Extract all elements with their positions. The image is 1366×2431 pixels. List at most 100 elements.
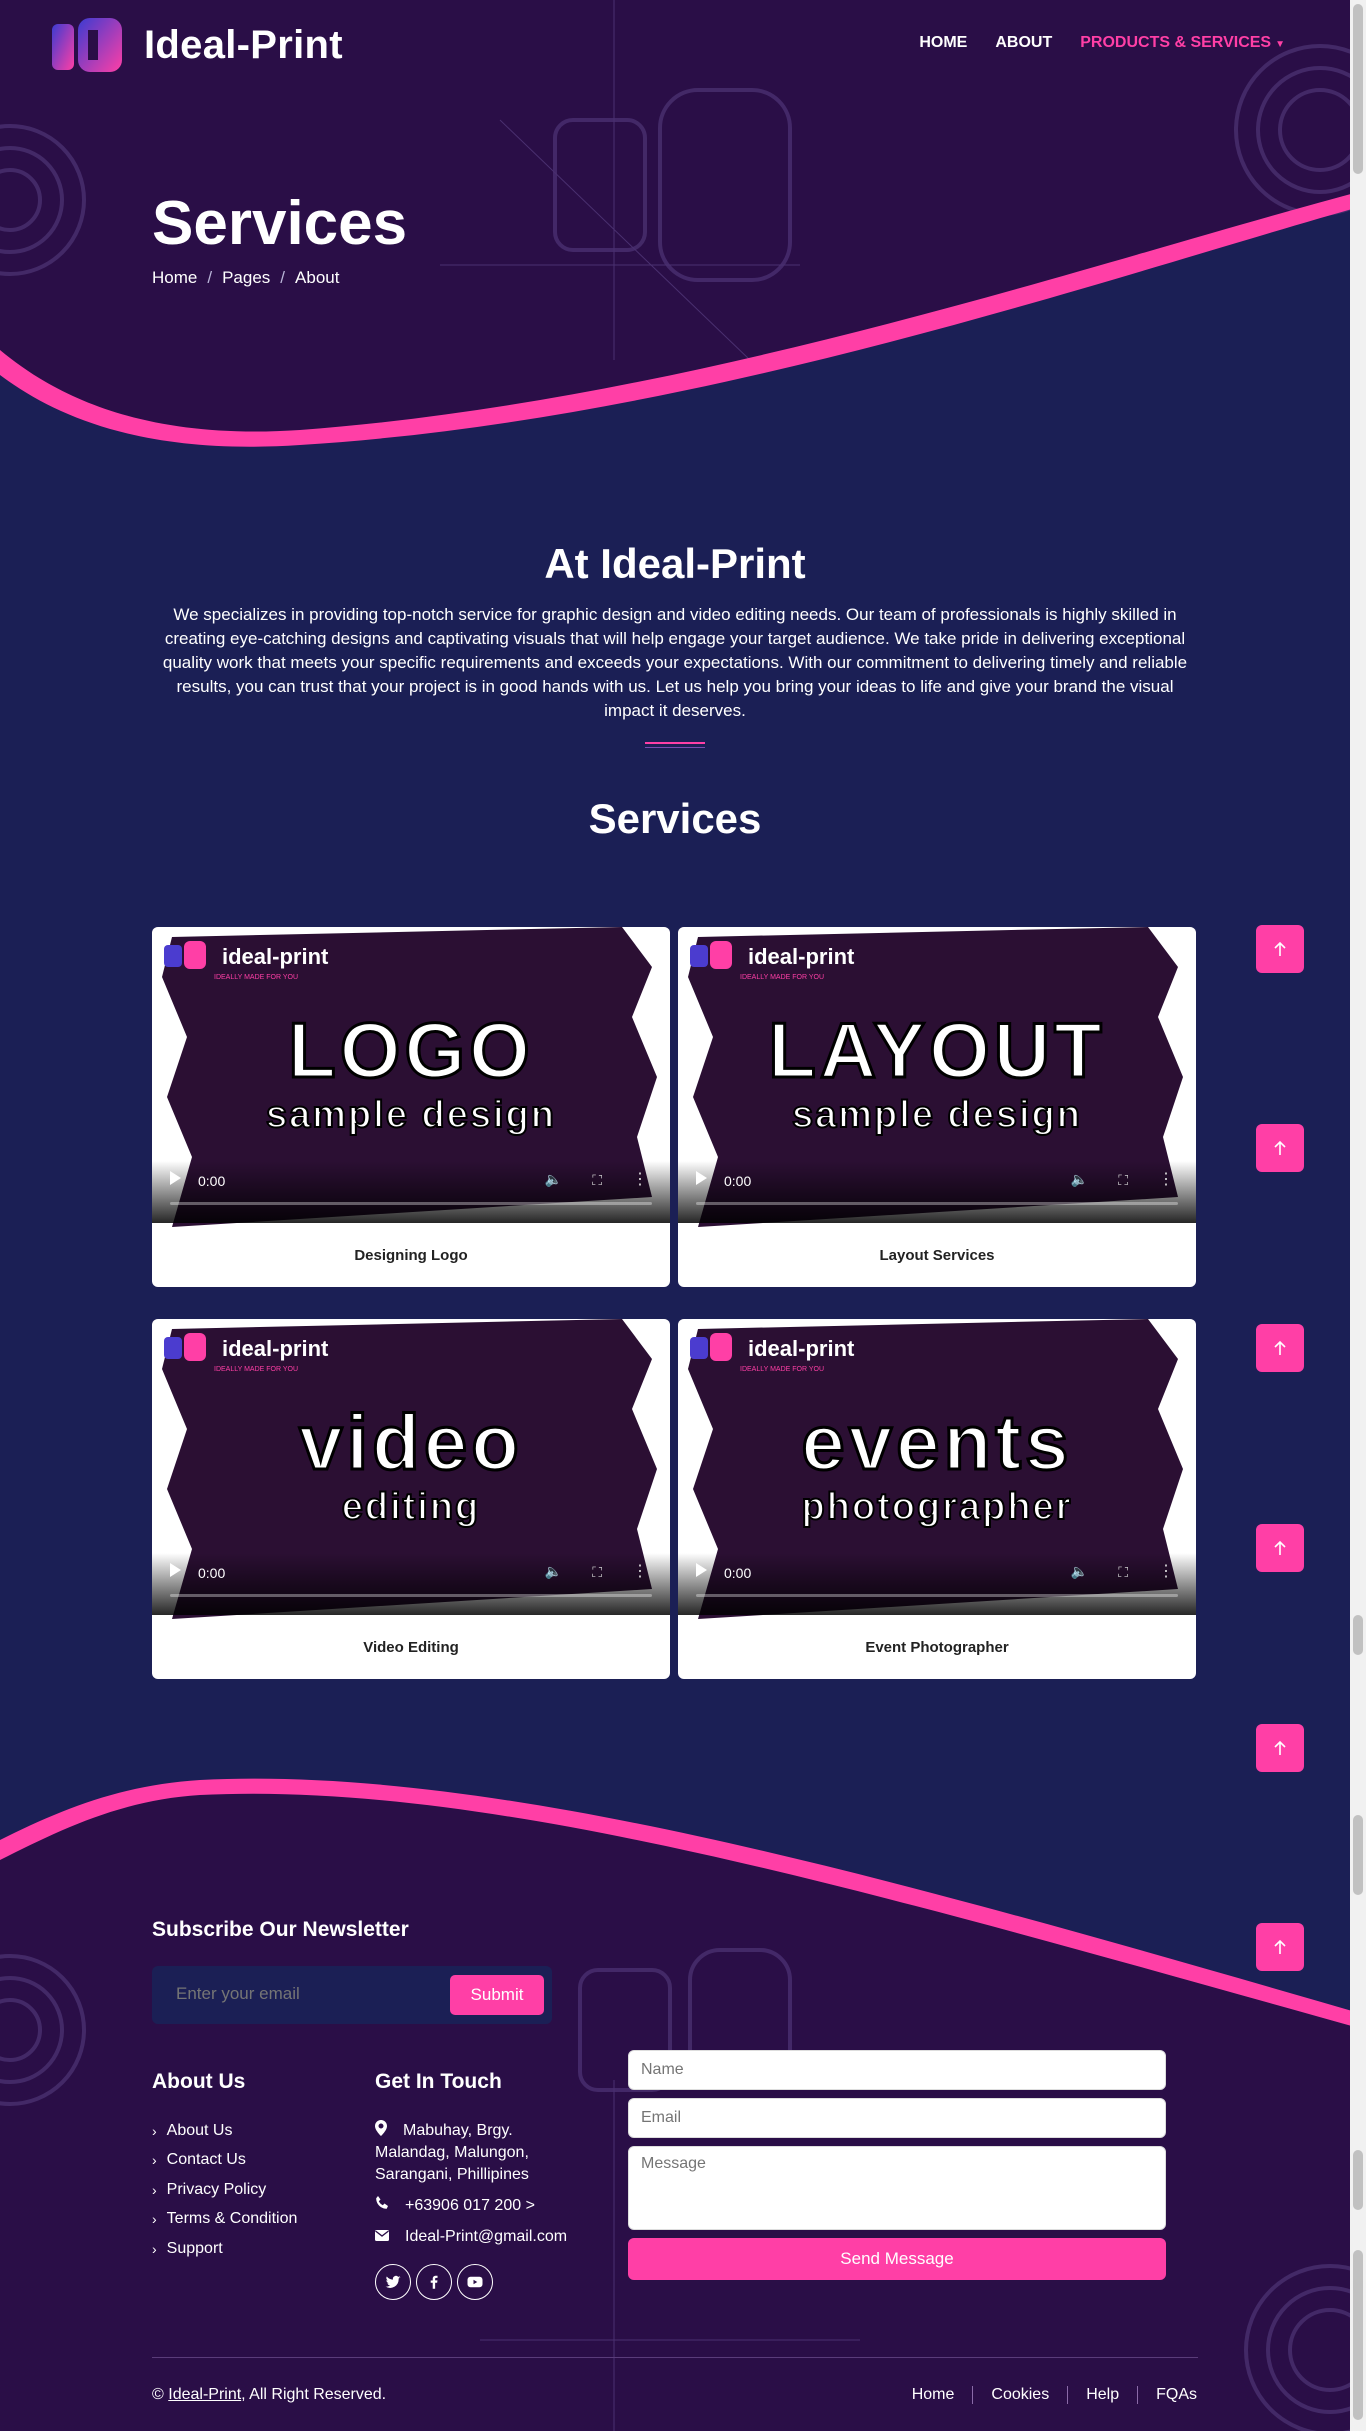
- copyright-brand-link[interactable]: Ideal-Print: [168, 2386, 241, 2403]
- footer-link-label: Contact Us: [166, 2151, 246, 2169]
- about-title: At Ideal-Print: [544, 540, 806, 587]
- footer-link[interactable]: › About Us: [152, 2116, 297, 2146]
- more-options-icon[interactable]: ⋮: [1158, 1561, 1174, 1581]
- volume-icon[interactable]: 🔈: [1071, 1171, 1088, 1188]
- contact-address: Mabuhay, Brgy. Malandag, Malungon, Saran…: [375, 2120, 565, 2186]
- footer-link[interactable]: › Support: [152, 2234, 297, 2264]
- service-card: ideal-print IDEALLY MADE FOR YOU video e…: [152, 1319, 670, 1679]
- page-scrollbar[interactable]: [1350, 0, 1366, 2431]
- video-time: 0:00: [198, 1173, 226, 1189]
- arrow-up-icon: [1274, 1140, 1286, 1155]
- copyright-symbol: ©: [152, 2386, 164, 2403]
- service-card: ideal-print IDEALLY MADE FOR YOU LAYOUT …: [678, 927, 1196, 1287]
- volume-icon[interactable]: 🔈: [1071, 1563, 1088, 1580]
- video-seek-bar[interactable]: [696, 1594, 1178, 1597]
- form-email-input[interactable]: [628, 2098, 1166, 2138]
- scrollbar-thumb[interactable]: [1353, 2250, 1363, 2420]
- fullscreen-icon[interactable]: ⛶: [1118, 1172, 1128, 1189]
- nav-home[interactable]: HOME: [919, 34, 967, 52]
- breadcrumb-pages[interactable]: Pages: [222, 268, 270, 288]
- contact-email-text: Ideal-Print@gmail.com: [405, 2228, 568, 2245]
- navbar: Ideal-Print HOME ABOUT PRODUCTS & SERVIC…: [0, 0, 1350, 90]
- scroll-to-top-button[interactable]: [1256, 1524, 1304, 1572]
- video-player[interactable]: ideal-print IDEALLY MADE FOR YOU events …: [678, 1319, 1196, 1619]
- more-options-icon[interactable]: ⋮: [1158, 1169, 1174, 1189]
- arrow-up-icon: [1274, 1340, 1286, 1355]
- volume-icon[interactable]: 🔈: [545, 1171, 562, 1188]
- footer-bottom-link[interactable]: Cookies: [972, 2386, 1067, 2404]
- thumbnail-brand: ideal-print: [748, 944, 855, 969]
- brand[interactable]: Ideal-Print: [50, 16, 343, 74]
- contact-address-text: Mabuhay, Brgy. Malandag, Malungon, Saran…: [375, 2122, 529, 2183]
- nav-products-dropdown[interactable]: PRODUCTS & SERVICES ▼: [1080, 34, 1285, 52]
- arrow-up-icon: [1274, 1740, 1286, 1755]
- breadcrumb-about: About: [295, 268, 340, 287]
- fullscreen-icon[interactable]: ⛶: [592, 1564, 602, 1581]
- newsletter-submit-button[interactable]: Submit: [450, 1975, 544, 2015]
- footer-link[interactable]: › Terms & Condition: [152, 2205, 297, 2235]
- thumbnail-tagline: IDEALLY MADE FOR YOU: [740, 974, 824, 981]
- form-message-textarea[interactable]: [628, 2146, 1166, 2230]
- footer-link-label: Privacy Policy: [166, 2180, 267, 2198]
- video-time: 0:00: [724, 1565, 752, 1581]
- footer-link-label: Terms & Condition: [166, 2210, 298, 2228]
- video-seek-bar[interactable]: [170, 1594, 652, 1597]
- play-icon[interactable]: [170, 1171, 181, 1185]
- envelope-icon: [375, 2226, 405, 2248]
- chevron-right-icon: ›: [152, 2152, 157, 2169]
- video-player[interactable]: ideal-print IDEALLY MADE FOR YOU LOGO sa…: [152, 927, 670, 1227]
- footer-bottom-link[interactable]: FQAs: [1137, 2386, 1197, 2404]
- chevron-right-icon: ›: [152, 2211, 157, 2228]
- thumbnail-title: LAYOUT: [768, 1006, 1106, 1094]
- video-seek-bar[interactable]: [170, 1202, 652, 1205]
- send-message-button[interactable]: Send Message: [628, 2238, 1166, 2280]
- footer-link[interactable]: › Privacy Policy: [152, 2175, 297, 2205]
- breadcrumb-home[interactable]: Home: [152, 268, 197, 288]
- thumbnail-title: events: [801, 1398, 1072, 1486]
- video-controls: [152, 1553, 670, 1615]
- thumbnail-brand: ideal-print: [222, 944, 329, 969]
- thumbnail-brand: ideal-print: [748, 1336, 855, 1361]
- footer-link-label: About Us: [166, 2121, 233, 2139]
- video-player[interactable]: ideal-print IDEALLY MADE FOR YOU video e…: [152, 1319, 670, 1619]
- scroll-to-top-button[interactable]: [1256, 1324, 1304, 1372]
- more-options-icon[interactable]: ⋮: [632, 1169, 648, 1189]
- newsletter-email-input[interactable]: [176, 1984, 426, 2004]
- play-icon[interactable]: [696, 1563, 707, 1577]
- youtube-link[interactable]: [457, 2264, 493, 2300]
- scrollbar-thumb[interactable]: [1353, 4, 1363, 174]
- scroll-to-top-button[interactable]: [1256, 1124, 1304, 1172]
- form-name-input[interactable]: [628, 2050, 1166, 2090]
- thumbnail-brand: ideal-print: [222, 1336, 329, 1361]
- newsletter-title: Subscribe Our Newsletter: [152, 1918, 409, 1941]
- play-icon[interactable]: [170, 1563, 181, 1577]
- thumbnail-subtitle: photographer: [802, 1486, 1073, 1528]
- contact-phone[interactable]: +63906 017 200 >: [375, 2195, 535, 2217]
- contact-phone-text: +63906 017 200 >: [405, 2197, 535, 2214]
- footer-link[interactable]: › Contact Us: [152, 2146, 297, 2176]
- video-seek-bar[interactable]: [696, 1202, 1178, 1205]
- twitter-link[interactable]: [375, 2264, 411, 2300]
- play-icon[interactable]: [696, 1171, 707, 1185]
- newsletter-form: Submit: [152, 1966, 552, 2024]
- more-options-icon[interactable]: ⋮: [632, 1561, 648, 1581]
- brand-name: Ideal-Print: [144, 22, 343, 67]
- thumbnail-tagline: IDEALLY MADE FOR YOU: [214, 1366, 298, 1373]
- video-player[interactable]: ideal-print IDEALLY MADE FOR YOU LAYOUT …: [678, 927, 1196, 1227]
- scrollbar-thumb[interactable]: [1353, 1615, 1363, 1655]
- scrollbar-thumb[interactable]: [1353, 2150, 1363, 2210]
- chevron-right-icon: ›: [152, 2181, 157, 2198]
- video-controls: [678, 1161, 1196, 1223]
- caret-down-icon: ▼: [1275, 39, 1285, 50]
- fullscreen-icon[interactable]: ⛶: [1118, 1564, 1128, 1581]
- fullscreen-icon[interactable]: ⛶: [592, 1172, 602, 1189]
- scrollbar-thumb[interactable]: [1353, 1815, 1363, 1895]
- chevron-right-icon: ›: [152, 2122, 157, 2139]
- contact-email[interactable]: Ideal-Print@gmail.com: [375, 2226, 567, 2248]
- footer-bottom-link[interactable]: Home: [894, 2386, 973, 2404]
- volume-icon[interactable]: 🔈: [545, 1563, 562, 1580]
- scroll-to-top-button[interactable]: [1256, 925, 1304, 973]
- facebook-link[interactable]: [416, 2264, 452, 2300]
- footer-bottom-link[interactable]: Help: [1067, 2386, 1137, 2404]
- nav-about[interactable]: ABOUT: [995, 34, 1052, 52]
